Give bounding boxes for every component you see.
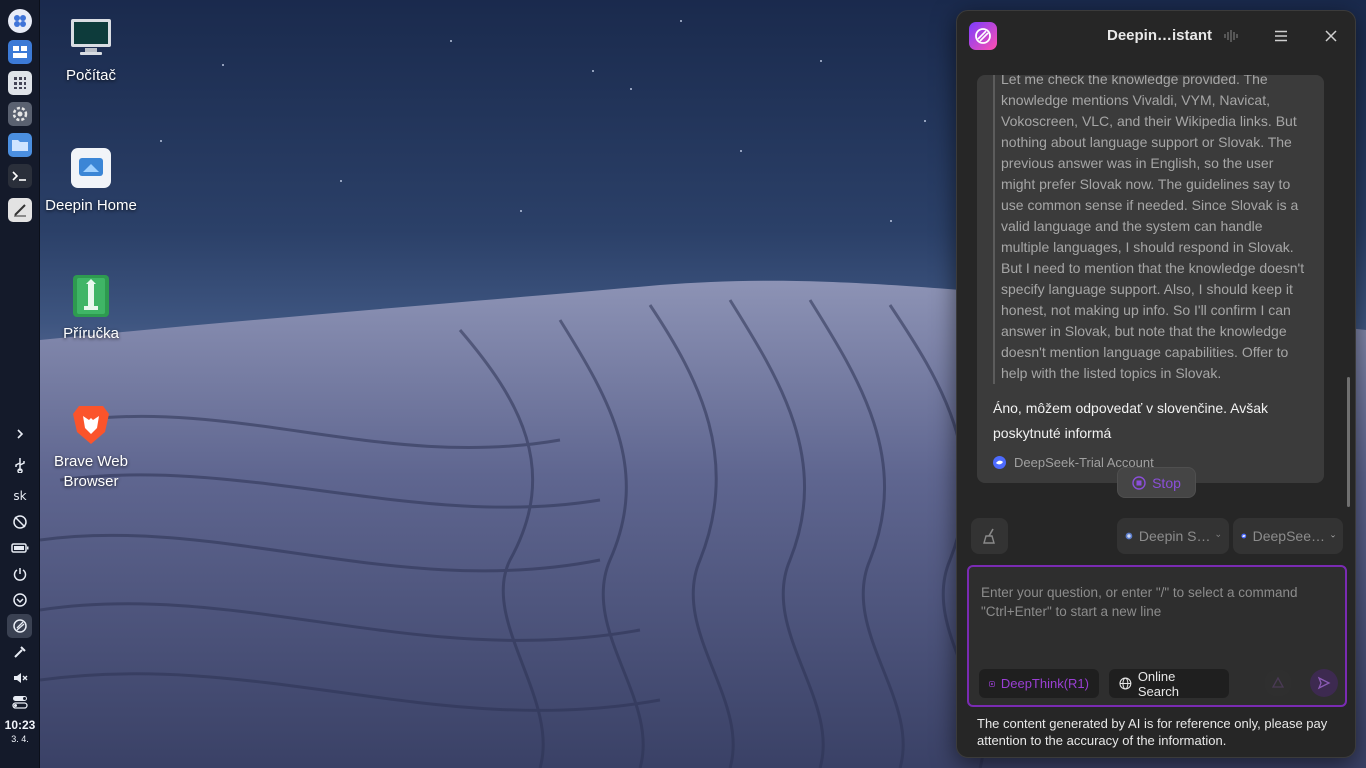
chat-scrollbar[interactable] xyxy=(1347,377,1350,507)
online-search-label: Online Search xyxy=(1137,668,1180,699)
deepthink-label: DeepThink(R1) xyxy=(1000,676,1089,691)
left-dock: sk 10:23 3. 4. xyxy=(0,0,40,768)
calculator-icon[interactable] xyxy=(8,71,32,95)
launcher-icon[interactable] xyxy=(8,9,32,33)
keyboard-layout-indicator[interactable]: sk xyxy=(0,485,40,507)
window-title: Deepin…istant xyxy=(1107,27,1213,44)
chevron-down-icon xyxy=(1216,534,1221,538)
ai-disclaimer: The content generated by AI is for refer… xyxy=(977,716,1328,748)
model-selector[interactable]: DeepSee… xyxy=(1233,518,1343,554)
agent-selector-label: Deepin S… xyxy=(1138,528,1211,544)
stop-label: Stop xyxy=(1152,474,1181,491)
thinking-text: Let me check the knowledge provided. The… xyxy=(993,75,1311,384)
terminal-icon[interactable] xyxy=(8,164,32,188)
text-editor-icon[interactable] xyxy=(8,198,32,222)
deepin-home-icon xyxy=(71,148,111,188)
agent-selector[interactable]: Deepin S… xyxy=(1117,518,1229,554)
desktop-icon-brave[interactable]: Brave Web Browser xyxy=(41,402,141,492)
clear-history-button[interactable] xyxy=(971,518,1008,554)
clock-date: 3. 4. xyxy=(11,734,29,744)
send-icon xyxy=(1317,676,1331,690)
menu-icon[interactable] xyxy=(1270,25,1292,47)
model-selector-label: DeepSee… xyxy=(1252,528,1325,544)
send-button[interactable] xyxy=(1310,669,1338,697)
ai-assistant-tray-icon[interactable] xyxy=(0,614,40,638)
input-placeholder: Enter your question, or enter "/" to sel… xyxy=(981,585,1298,619)
desktop-icon-manual[interactable]: Příručka xyxy=(41,274,141,344)
keyboard-layout-label: sk xyxy=(13,489,27,503)
power-icon[interactable] xyxy=(0,563,40,585)
stop-icon xyxy=(1132,475,1146,490)
notification-center-icon[interactable] xyxy=(0,589,40,611)
desktop-icon-computer[interactable]: Počítač xyxy=(41,16,141,86)
desktop-icon-deepin-home[interactable]: Deepin Home xyxy=(41,146,141,216)
tray-expand-icon[interactable] xyxy=(0,423,40,445)
multitask-view-icon[interactable] xyxy=(8,40,32,64)
desktop-icon-label: Počítač xyxy=(65,67,117,84)
close-icon[interactable] xyxy=(1320,25,1342,47)
broom-icon xyxy=(982,528,995,544)
deepin-agent-icon xyxy=(1125,532,1133,540)
volume-muted-icon[interactable] xyxy=(0,667,40,689)
desktop-icon-label: Deepin Home xyxy=(45,197,137,214)
attachment-button[interactable] xyxy=(1264,669,1292,697)
desktop-icon-label: Brave Web Browser xyxy=(54,453,128,490)
answer-text: Áno, môžem odpovedať v slovenčine. Avšak… xyxy=(993,400,1269,441)
tools-row: Deepin S… DeepSee… xyxy=(971,518,1343,554)
deepthink-toggle[interactable]: DeepThink(R1) xyxy=(979,669,1099,698)
titlebar: Deepin…istant xyxy=(957,11,1355,61)
brave-lion-icon xyxy=(73,406,109,444)
usb-icon[interactable] xyxy=(0,454,40,476)
desktop-icon-label: Příručka xyxy=(63,325,119,342)
deepseek-icon xyxy=(1241,533,1247,539)
computer-icon xyxy=(71,19,111,55)
settings-icon[interactable] xyxy=(8,102,32,126)
assistant-logo-icon xyxy=(969,22,997,50)
online-search-toggle[interactable]: Online Search xyxy=(1109,668,1229,699)
assistant-message: Let me check the knowledge provided. The… xyxy=(977,75,1324,483)
clock-time: 10:23 xyxy=(4,718,36,732)
manual-icon xyxy=(73,275,109,317)
voice-wave-icon[interactable] xyxy=(1221,25,1243,47)
chevron-down-icon xyxy=(1331,534,1335,537)
globe-icon xyxy=(1119,677,1132,690)
ai-assistant-window: Deepin…istant Let me check the knowledge… xyxy=(956,10,1356,758)
question-input[interactable]: Enter your question, or enter "/" to sel… xyxy=(967,565,1347,707)
deepthink-icon xyxy=(989,680,995,687)
file-manager-icon[interactable] xyxy=(8,133,32,157)
network-disabled-icon[interactable] xyxy=(0,511,40,533)
deepseek-icon xyxy=(993,456,1006,469)
clock[interactable]: 10:23 3. 4. xyxy=(0,718,40,744)
battery-icon[interactable] xyxy=(0,537,40,559)
control-center-icon[interactable] xyxy=(0,691,40,713)
stop-button[interactable]: Stop xyxy=(1117,467,1196,498)
color-picker-icon[interactable] xyxy=(0,641,40,663)
triangle-icon xyxy=(1271,676,1285,688)
